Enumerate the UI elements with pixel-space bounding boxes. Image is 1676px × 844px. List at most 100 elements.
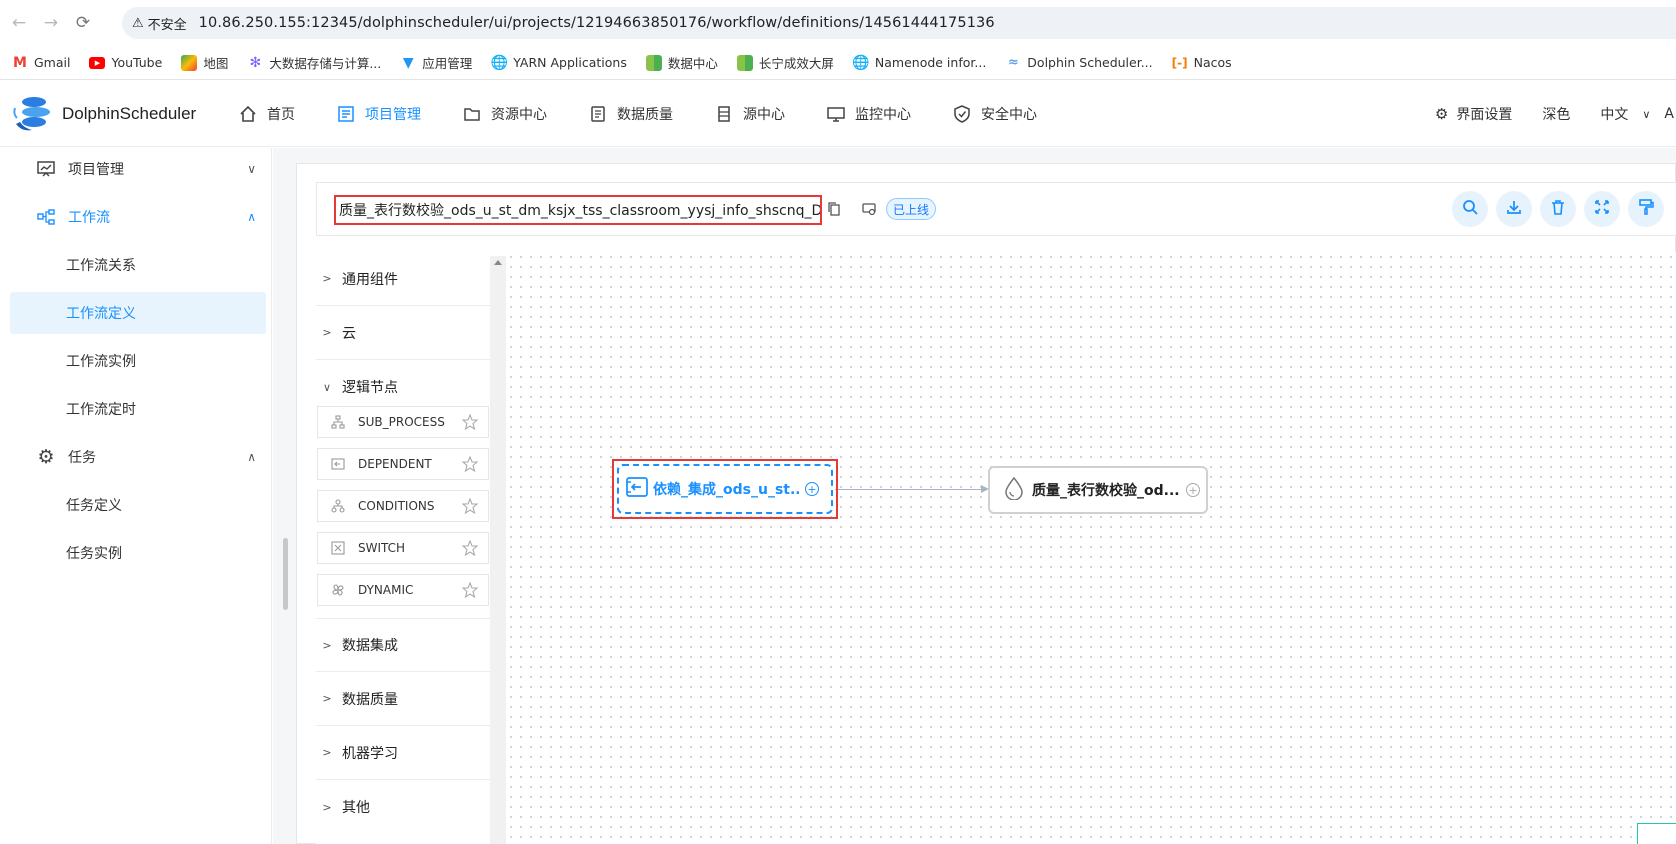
workflow-icon <box>36 207 56 227</box>
sidebar-item-workflow-definition[interactable]: 工作流定义 <box>10 292 266 334</box>
forward-icon[interactable]: → <box>38 10 64 36</box>
dag-node-data-quality[interactable]: 质量_表行数校验_od... + <box>988 466 1208 514</box>
palette-node-label: DEPENDENT <box>358 457 432 471</box>
palette-node-dependent[interactable]: DEPENDENT <box>317 448 489 480</box>
bookmark-bigdata[interactable]: ✻ 大数据存储与计算... <box>247 53 381 72</box>
download-button[interactable] <box>1496 191 1532 227</box>
nav-security[interactable]: 安全中心 <box>953 104 1037 124</box>
variables-icon[interactable] <box>860 200 878 218</box>
bookmark-youtube[interactable]: ▶ YouTube <box>89 55 162 70</box>
fullscreen-icon <box>1594 199 1610 219</box>
sub-process-icon <box>330 414 346 430</box>
dynamic-icon <box>330 582 346 598</box>
fullscreen-button[interactable] <box>1584 191 1620 227</box>
user-menu[interactable]: A <box>1664 106 1674 122</box>
palette-category-other[interactable]: > 其他 <box>316 780 490 834</box>
palette-node-sub-process[interactable]: SUB_PROCESS <box>317 406 489 438</box>
star-icon[interactable] <box>461 413 479 433</box>
delete-button[interactable] <box>1540 191 1576 227</box>
project-icon <box>337 105 355 123</box>
ui-settings-label: 界面设置 <box>1456 107 1513 123</box>
sidebar-item-task-definition[interactable]: 任务定义 <box>10 484 266 526</box>
bookmark-nacos[interactable]: [-] Nacos <box>1172 55 1232 71</box>
star-icon[interactable] <box>461 455 479 475</box>
format-button[interactable] <box>1628 191 1664 227</box>
palette-category-cloud[interactable]: > 云 <box>316 306 490 360</box>
palette-category-data-integration[interactable]: > 数据集成 <box>316 618 490 672</box>
dag-canvas[interactable] <box>506 252 1676 844</box>
bookmark-maps[interactable]: 地图 <box>181 53 228 72</box>
bookmark-label: 地图 <box>203 56 229 71</box>
url-field[interactable]: ⚠ 不安全 10.86.250.155:12345/dolphinschedul… <box>122 7 1676 39</box>
bookmark-gmail[interactable]: M Gmail <box>12 55 70 71</box>
top-nav: 首页 项目管理 资源中心 数据质量 源中心 监控中心 安全中心 <box>239 104 1079 124</box>
copy-icon[interactable] <box>825 200 843 218</box>
switch-icon <box>330 540 346 556</box>
add-node-icon[interactable]: + <box>805 482 819 496</box>
sidebar-group-workflow[interactable]: 工作流 ∧ <box>10 196 266 238</box>
nav-label: 监控中心 <box>855 106 911 123</box>
data-quality-icon <box>589 105 607 123</box>
star-icon[interactable] <box>461 581 479 601</box>
ui-settings-button[interactable]: ⚙ 界面设置 <box>1435 104 1512 124</box>
bookmark-dolphin[interactable]: ≈ Dolphin Scheduler... <box>1005 55 1153 71</box>
nav-resource[interactable]: 资源中心 <box>463 104 547 124</box>
nav-monitor[interactable]: 监控中心 <box>827 104 911 124</box>
theme-toggle[interactable]: 深色 <box>1542 104 1570 124</box>
maps-icon <box>181 54 198 71</box>
security-label: 不安全 <box>147 17 187 33</box>
bookmark-data-center[interactable]: 数据中心 <box>645 53 718 72</box>
palette-node-dynamic[interactable]: DYNAMIC <box>317 574 489 606</box>
palette-category-data-quality[interactable]: > 数据质量 <box>316 672 490 726</box>
language-select[interactable]: 中文 ∨ <box>1600 104 1650 124</box>
add-node-icon[interactable]: + <box>1186 483 1200 497</box>
palette-node-conditions[interactable]: CONDITIONS <box>317 490 489 522</box>
back-icon[interactable]: ← <box>6 10 32 36</box>
sidebar-group-project[interactable]: 项目管理 ∨ <box>10 148 266 190</box>
app-header: DolphinScheduler 首页 项目管理 资源中心 数据质量 源中心 监… <box>0 81 1676 147</box>
chevron-down-icon: ∨ <box>322 380 332 394</box>
app-logo[interactable]: DolphinScheduler <box>12 94 212 134</box>
sidebar-scrollbar[interactable] <box>283 538 288 610</box>
gear-icon: ⚙ <box>37 446 55 468</box>
reload-icon[interactable]: ⟳ <box>70 10 96 36</box>
palette-category-machine-learning[interactable]: > 机器学习 <box>316 726 490 780</box>
chevron-right-icon: > <box>322 746 332 759</box>
dag-edge[interactable] <box>835 489 983 490</box>
nav-datasource[interactable]: 源中心 <box>715 104 785 124</box>
presentation-icon <box>36 159 56 179</box>
bookmark-yarn[interactable]: 🌐 YARN Applications <box>491 55 627 71</box>
sidebar-item-workflow-timing[interactable]: 工作流定时 <box>10 388 266 430</box>
conditions-icon <box>330 498 346 514</box>
sidebar-item-workflow-instance[interactable]: 工作流实例 <box>10 340 266 382</box>
sidebar-item-workflow-relation[interactable]: 工作流关系 <box>10 244 266 286</box>
star-icon[interactable] <box>461 539 479 559</box>
star-icon[interactable] <box>461 497 479 517</box>
bookmark-app-manage[interactable]: ▼ 应用管理 <box>400 53 472 72</box>
bookmark-label: 大数据存储与计算... <box>269 56 382 71</box>
palette-scrollbar[interactable] <box>490 256 506 844</box>
bookmark-screen[interactable]: 长宁成效大屏 <box>736 53 834 72</box>
format-brush-icon <box>1638 199 1654 219</box>
palette-category-label: 逻辑节点 <box>342 380 398 396</box>
canvas-minimap[interactable] <box>1637 823 1676 844</box>
nav-home[interactable]: 首页 <box>239 104 295 124</box>
water-drop-icon <box>1004 476 1024 504</box>
sidebar-group-task[interactable]: ⚙ 任务 ∧ <box>10 436 266 478</box>
user-initial: A <box>1664 106 1674 122</box>
nacos-icon: [-] <box>1171 55 1188 70</box>
nav-data-quality[interactable]: 数据质量 <box>589 104 673 124</box>
search-button[interactable] <box>1452 191 1488 227</box>
folder-icon <box>463 105 481 123</box>
dag-node-dependent[interactable]: 依赖_集成_ods_u_st.. + <box>617 464 833 514</box>
dag-node-label: 质量_表行数校验_od... <box>1032 483 1180 499</box>
scroll-up-icon[interactable] <box>494 260 502 265</box>
nav-project[interactable]: 项目管理 <box>337 104 421 124</box>
palette-category-common[interactable]: > 通用组件 <box>316 252 490 306</box>
bookmark-namenode[interactable]: 🌐 Namenode infor... <box>852 55 986 71</box>
bookmark-label: 应用管理 <box>422 56 473 71</box>
sidebar-item-task-instance[interactable]: 任务实例 <box>10 532 266 574</box>
security-indicator[interactable]: ⚠ 不安全 <box>132 14 187 33</box>
palette-node-label: SWITCH <box>358 541 406 555</box>
palette-node-switch[interactable]: SWITCH <box>317 532 489 564</box>
